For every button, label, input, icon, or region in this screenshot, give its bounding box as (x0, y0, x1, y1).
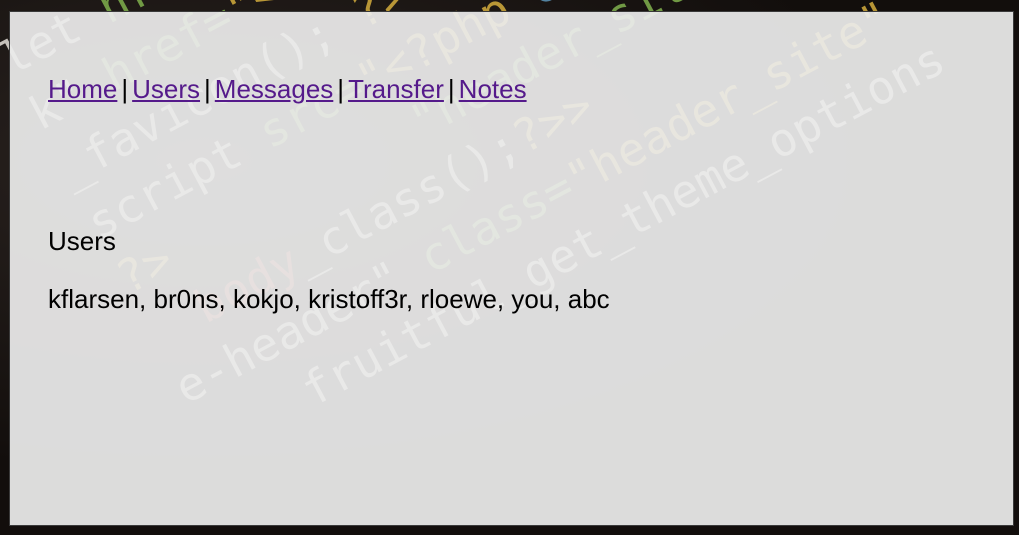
nav-separator: | (447, 74, 455, 104)
nav-link-notes[interactable]: Notes (459, 74, 527, 104)
content-panel: Home | Users | Messages | Transfer | Notes Users… (10, 12, 1013, 525)
main-navigation: Home | Users | Messages | Transfer | Notes (48, 74, 527, 105)
nav-link-home[interactable]: Home (48, 74, 117, 104)
nav-separator: | (121, 74, 129, 104)
page-title: Users (48, 226, 116, 256)
users-list-text: kflarsen, br0ns, kokjo, kristoff3r, rloe… (48, 284, 610, 314)
nav-link-users[interactable]: Users (132, 74, 200, 104)
nav-separator: | (337, 74, 345, 104)
nav-separator: | (204, 74, 211, 104)
nav-link-transfer[interactable]: Transfer (348, 74, 444, 104)
nav-link-messages[interactable]: Messages (215, 74, 334, 104)
